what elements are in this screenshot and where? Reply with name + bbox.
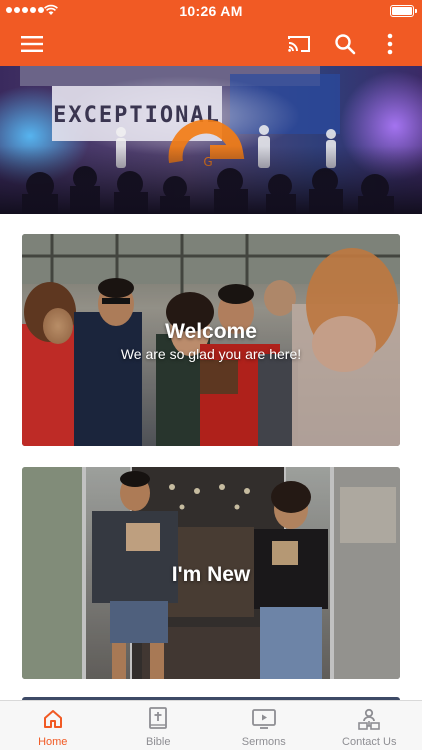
tab-home-label: Home xyxy=(38,736,68,748)
im-new-card[interactable]: I'm New xyxy=(22,467,400,679)
welcome-card-title: Welcome xyxy=(165,320,257,343)
app-bar xyxy=(0,22,422,66)
bible-icon xyxy=(149,707,168,729)
status-time: 10:26 AM xyxy=(179,3,243,19)
tab-bible-label: Bible xyxy=(146,736,171,748)
more-vertical-icon xyxy=(387,33,393,55)
im-new-card-text: I'm New xyxy=(22,563,400,587)
video-play-icon xyxy=(251,709,276,729)
welcome-card[interactable]: Welcome We are so glad you are here! xyxy=(22,234,400,446)
menu-icon xyxy=(21,36,43,52)
status-bar: 10:26 AM xyxy=(0,0,422,22)
hero-banner[interactable]: EXCEPTIONAL G xyxy=(0,66,422,214)
menu-button[interactable] xyxy=(16,28,48,60)
contact-icon xyxy=(358,708,381,730)
tab-bible[interactable]: Bible xyxy=(106,701,212,750)
more-options-button[interactable] xyxy=(374,28,406,60)
bottom-tab-bar: Home Bible Sermons Contact Us xyxy=(0,700,422,750)
tab-sermons-label: Sermons xyxy=(241,736,286,748)
hero-image: EXCEPTIONAL G xyxy=(0,66,422,214)
welcome-card-text: Welcome We are so glad you are here! xyxy=(22,320,400,362)
welcome-card-subtitle: We are so glad you are here! xyxy=(120,346,302,362)
cast-button[interactable] xyxy=(283,28,315,60)
tab-contact-us-label: Contact Us xyxy=(342,736,397,748)
battery-icon xyxy=(390,5,417,17)
cast-icon xyxy=(288,36,310,52)
search-button[interactable] xyxy=(329,28,361,60)
home-icon xyxy=(43,710,62,728)
tab-contact-us[interactable]: Contact Us xyxy=(317,701,422,750)
tab-home[interactable]: Home xyxy=(0,701,106,750)
im-new-card-title: I'm New xyxy=(171,563,251,586)
tab-sermons[interactable]: Sermons xyxy=(211,701,317,750)
search-icon xyxy=(335,34,356,55)
